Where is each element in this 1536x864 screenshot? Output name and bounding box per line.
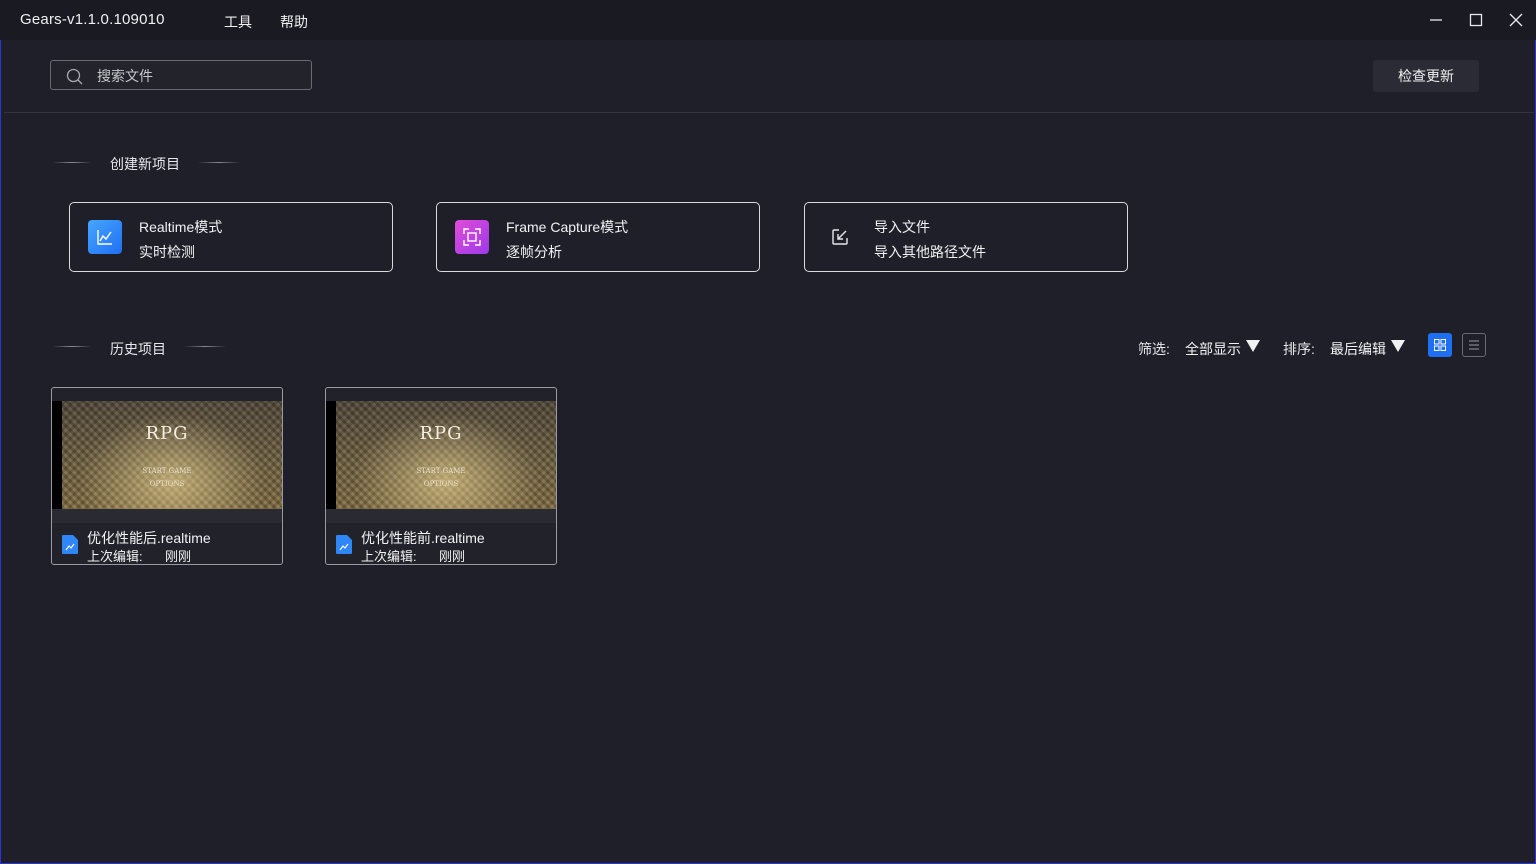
minimize-icon bbox=[1430, 19, 1442, 21]
project-card[interactable]: RPG START GAME OPTIONS 优化性能前.realtime 上次… bbox=[325, 387, 557, 565]
menu-tools[interactable]: 工具 bbox=[224, 12, 252, 32]
thumbnail-menu-line: START GAME bbox=[416, 467, 466, 475]
thumbnail-menu-line: START GAME bbox=[142, 467, 192, 475]
section-line-left bbox=[52, 162, 92, 163]
menu-help[interactable]: 帮助 bbox=[280, 12, 308, 32]
game-screenshot bbox=[336, 401, 556, 509]
create-section-title: 创建新项目 bbox=[110, 156, 180, 172]
last-edited-label: 上次编辑: bbox=[361, 549, 417, 564]
maximize-icon bbox=[1469, 13, 1483, 27]
chart-icon bbox=[88, 220, 122, 254]
realtime-file-icon bbox=[62, 535, 78, 554]
thumbnail-bar bbox=[326, 509, 556, 523]
card-title: Frame Capture模式 bbox=[506, 219, 629, 235]
frame-capture-card[interactable]: Frame Capture模式 逐帧分析 bbox=[436, 202, 760, 272]
sort-dropdown[interactable]: 最后编辑 bbox=[1330, 339, 1386, 359]
frame-capture-icon bbox=[455, 220, 489, 254]
last-edited-value: 刚刚 bbox=[439, 549, 466, 564]
sort-dropdown-arrow-icon[interactable] bbox=[1391, 340, 1405, 352]
last-edited-label: 上次编辑: bbox=[87, 549, 143, 564]
title-bar: Gears-v1.1.0.109010 工具 帮助 bbox=[0, 0, 1536, 40]
search-input[interactable] bbox=[95, 61, 299, 91]
last-edited-value: 刚刚 bbox=[165, 549, 192, 564]
check-update-button[interactable]: 检查更新 bbox=[1373, 60, 1479, 92]
close-icon bbox=[1509, 13, 1523, 27]
thumbnail-logo: RPG bbox=[419, 423, 463, 444]
app-title: Gears-v1.1.0.109010 bbox=[20, 11, 165, 28]
thumbnail-menu-line: OPTIONS bbox=[423, 480, 459, 488]
list-icon bbox=[1469, 340, 1479, 350]
section-line-right bbox=[184, 346, 226, 347]
section-line-left bbox=[52, 346, 92, 347]
card-subtitle: 导入其他路径文件 bbox=[874, 244, 986, 260]
card-title: 导入文件 bbox=[874, 219, 930, 235]
project-card[interactable]: RPG START GAME OPTIONS 优化性能后.realtime 上次… bbox=[51, 387, 283, 565]
search-icon bbox=[66, 68, 83, 85]
close-button[interactable] bbox=[1506, 10, 1526, 30]
filter-dropdown-arrow-icon[interactable] bbox=[1246, 340, 1260, 352]
section-line-right bbox=[198, 162, 240, 163]
thumbnail-bar bbox=[52, 509, 282, 523]
project-thumbnail: RPG START GAME OPTIONS bbox=[326, 401, 556, 509]
import-icon bbox=[823, 220, 857, 254]
realtime-mode-card[interactable]: Realtime模式 实时检测 bbox=[69, 202, 393, 272]
filter-label: 筛选: bbox=[1138, 341, 1170, 357]
header-divider bbox=[4, 112, 1534, 113]
import-file-card[interactable]: 导入文件 导入其他路径文件 bbox=[804, 202, 1128, 272]
filter-dropdown[interactable]: 全部显示 bbox=[1185, 339, 1241, 359]
card-subtitle: 实时检测 bbox=[139, 244, 195, 260]
thumbnail-logo: RPG bbox=[145, 423, 189, 444]
project-thumbnail: RPG START GAME OPTIONS bbox=[52, 401, 282, 509]
project-name: 优化性能前.realtime bbox=[361, 530, 485, 546]
minimize-button[interactable] bbox=[1426, 10, 1446, 30]
list-view-button[interactable] bbox=[1462, 333, 1486, 357]
project-name: 优化性能后.realtime bbox=[87, 530, 211, 546]
card-title: Realtime模式 bbox=[139, 219, 223, 235]
history-section-title: 历史项目 bbox=[110, 341, 166, 357]
realtime-file-icon bbox=[336, 535, 352, 554]
sort-label: 排序: bbox=[1283, 341, 1315, 357]
grid-icon bbox=[1434, 339, 1446, 351]
card-subtitle: 逐帧分析 bbox=[506, 244, 562, 260]
search-box bbox=[50, 60, 312, 91]
grid-view-button[interactable] bbox=[1428, 333, 1452, 357]
thumbnail-menu-line: OPTIONS bbox=[149, 480, 185, 488]
maximize-button[interactable] bbox=[1466, 10, 1486, 30]
game-screenshot bbox=[62, 401, 282, 509]
